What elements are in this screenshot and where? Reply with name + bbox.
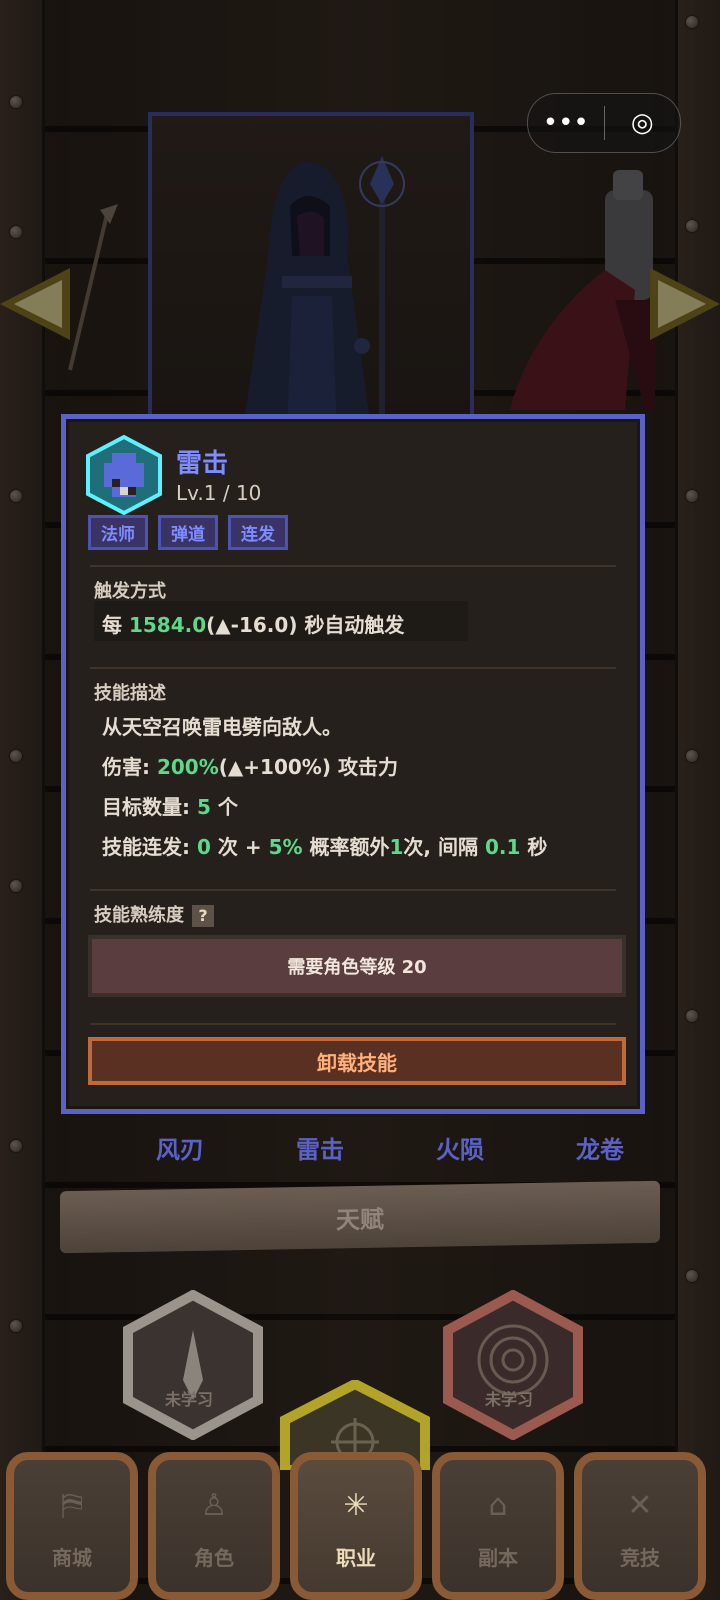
trigger-section-title: 触发方式 (94, 581, 166, 602)
nav-shop[interactable]: ⛿ 商城 (6, 1452, 138, 1600)
multicast-interval: 0.1 (484, 835, 521, 859)
bottom-nav: ⛿ 商城 ♙ 角色 ✳ 职业 ⌂ 副本 ✕ 竞技 (0, 1452, 720, 1600)
character-icon: ♙ (200, 1488, 228, 1523)
class-icon: ✳ (343, 1488, 369, 1523)
talent-node-sword[interactable] (118, 1290, 268, 1440)
skill-name: 雷击 (176, 449, 229, 479)
skill-description: 从天空召唤雷电劈向敌人。 (102, 715, 342, 739)
more-menu-icon[interactable]: ••• (528, 94, 604, 152)
trigger-delta: (▲-16.0) (206, 613, 298, 637)
multicast-text: 概率额外 (309, 835, 390, 859)
skill-slot-wind-blade[interactable]: 风刃 (150, 1130, 210, 1165)
divider (90, 667, 616, 669)
skill-slot-lightning[interactable]: 雷击 (290, 1130, 350, 1165)
divider (90, 889, 616, 891)
talent-title: 天赋 (336, 1205, 384, 1234)
multicast-count: 0 (196, 835, 211, 859)
lightning-skill-icon (86, 435, 162, 515)
damage-value: 200% (156, 755, 219, 779)
multicast-chance: 5% (268, 835, 303, 859)
targets-line: 目标数量: 5 个 (102, 791, 238, 820)
nav-character[interactable]: ♙ 角色 (148, 1452, 280, 1600)
shop-icon: ⛿ (61, 1488, 83, 1523)
talent-node-sword-label: 未学习 (165, 1390, 214, 1409)
damage-delta: (▲+100%) (218, 755, 331, 779)
multicast-line: 技能连发: 0 次 + 5% 概率额外1次, 间隔 0.1 秒 (102, 831, 547, 860)
talent-banner: 天赋 (60, 1180, 660, 1254)
proficiency-title: 技能熟练度 (94, 905, 184, 926)
tag-projectile: 弹道 (158, 515, 218, 550)
trigger-value: 1584.0 (128, 613, 207, 637)
nav-dungeon[interactable]: ⌂ 副本 (432, 1452, 564, 1600)
targets-label: 目标数量: (102, 795, 190, 819)
skill-level: Lv.1 / 10 (176, 481, 262, 505)
multicast-mid: 次 + (217, 835, 262, 859)
damage-label: 伤害: (102, 755, 150, 779)
targets-suffix: 个 (217, 795, 238, 819)
multicast-extra: 1 (389, 835, 404, 859)
multicast-text2: 次, 间隔 (403, 835, 478, 859)
damage-line: 伤害: 200%(▲+100%) 攻击力 (102, 751, 398, 780)
skill-slot-tornado[interactable]: 龙卷 (570, 1130, 630, 1165)
arena-icon: ✕ (627, 1488, 653, 1523)
damage-suffix: 攻击力 (337, 755, 398, 779)
skill-slot-meteor[interactable]: 火陨 (430, 1130, 490, 1165)
talent-node-target[interactable] (438, 1290, 588, 1440)
talent-node-target-label: 未学习 (485, 1390, 534, 1409)
description-section-title: 技能描述 (94, 683, 166, 704)
nav-class[interactable]: ✳ 职业 (290, 1452, 422, 1600)
help-icon[interactable]: ? (192, 905, 214, 927)
nav-class-label: 职业 (336, 1546, 376, 1570)
nav-arena[interactable]: ✕ 竞技 (574, 1452, 706, 1600)
nav-dungeon-label: 副本 (478, 1546, 518, 1570)
close-target-icon[interactable]: ◎ (605, 94, 681, 152)
skill-detail-panel: 雷击 Lv.1 / 10 法师 弹道 连发 触发方式 每 1584.0(▲-16… (61, 414, 645, 1114)
trigger-prefix: 每 (102, 613, 122, 637)
multicast-label: 技能连发: (102, 835, 190, 859)
divider (90, 1023, 616, 1025)
level-requirement-bar: 需要角色等级 20 (88, 935, 626, 997)
multicast-unit: 秒 (527, 835, 548, 859)
unload-skill-button[interactable]: 卸载技能 (88, 1037, 626, 1085)
trigger-suffix: 秒自动触发 (304, 613, 405, 637)
proficiency-section-title: 技能熟练度? (94, 901, 214, 927)
game-screen: 风刃 雷击 火陨 龙卷 天赋 未学习 未学习 雷击 Lv.1 / 10 法师 弹… (0, 0, 720, 1600)
targets-value: 5 (196, 795, 211, 819)
trigger-line: 每 1584.0(▲-16.0) 秒自动触发 (102, 609, 404, 638)
skill-tags: 法师 弹道 连发 (88, 515, 288, 550)
nav-shop-label: 商城 (52, 1546, 92, 1570)
divider (90, 565, 616, 567)
skill-slot-labels: 风刃 雷击 火陨 龙卷 (150, 1130, 630, 1165)
mini-program-capsule: ••• ◎ (527, 93, 681, 153)
nav-arena-label: 竞技 (620, 1546, 660, 1570)
tag-mage: 法师 (88, 515, 148, 550)
tag-multicast: 连发 (228, 515, 288, 550)
dungeon-icon: ⌂ (488, 1488, 508, 1523)
nav-character-label: 角色 (194, 1546, 234, 1570)
